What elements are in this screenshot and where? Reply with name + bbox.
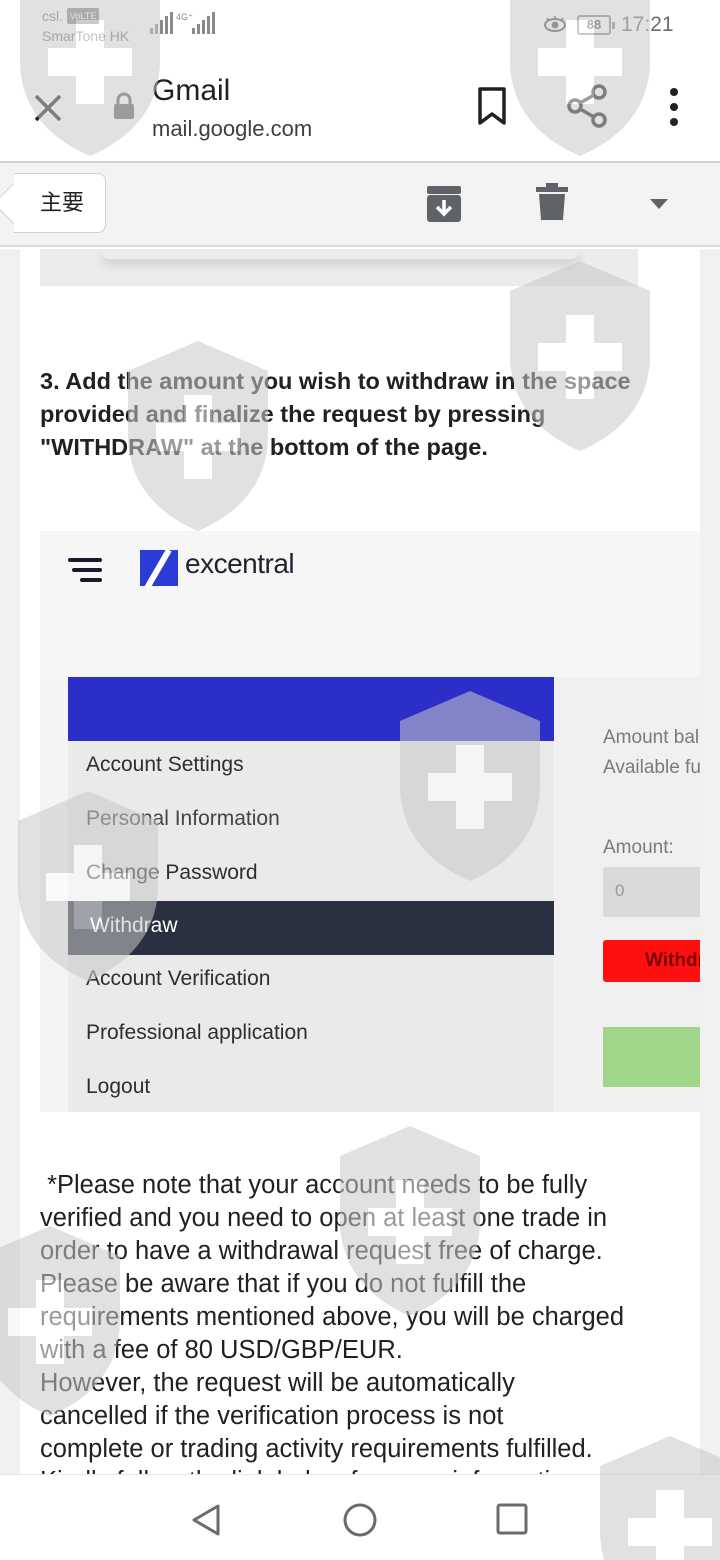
nav-back-icon[interactable] [188,1502,224,1538]
withdrawal-note: *Please note that your account needs to … [40,1169,700,1466]
green-button [603,1027,700,1087]
withdraw-button: Withdra [603,940,700,982]
withdraw-button-label: Withdra [645,950,700,971]
battery-indicator: 88 [577,15,615,35]
clock: 17:21 [621,13,674,36]
menu-item-logout: Logout [86,1075,151,1098]
volte-badge: VoLTE [66,8,100,24]
note-line-cut-off: Kindly follow the link below for more in… [40,1465,700,1474]
note-line: *Please note that your account needs to … [40,1171,588,1199]
site-url[interactable]: mail.google.com [152,116,312,142]
status-bar: csl. VoLTE SmarTone HK 4G⁺ 88 17:21 [0,0,720,56]
note-line: Please be aware that if you do not fulfi… [40,1270,527,1298]
menu-item-account-verification: Account Verification [86,967,271,990]
browser-app-bar: Gmail mail.google.com [0,56,720,162]
note-line: complete or trading activity requirement… [40,1435,593,1463]
gmail-toolbar: 主要 [0,163,720,247]
note-line: verified and you need to open at least o… [40,1204,608,1232]
withdraw-form-panel: Amount bal Available fu Amount: 0 Withdr… [555,677,700,1112]
menu-item-personal-information: Personal Information [86,807,280,830]
account-menu: Account Settings Personal Information Ch… [68,677,554,1112]
signal-icon-2 [192,12,215,34]
excentral-logo-icon [140,550,178,586]
dropdown-icon[interactable] [648,197,670,211]
carrier-top: csl. VoLTE [42,8,100,24]
note-line: Kindly follow the link below for more in… [40,1465,700,1474]
menu-item-professional-application: Professional application [86,1021,308,1044]
network-type: 4G⁺ [176,12,193,22]
eye-comfort-icon [544,16,566,32]
email-body: 3. Add the amount you wish to withdraw i… [20,249,700,1474]
menu-item-change-password: Change Password [86,861,258,884]
embedded-screenshot: excentral Account Settings Personal Info… [40,531,700,1112]
previous-image-card [40,249,638,286]
share-icon[interactable] [566,84,608,128]
nav-home-icon[interactable] [342,1502,378,1538]
amount-value: 0 [615,881,625,900]
note-line: order to have a withdrawal request free … [40,1237,603,1265]
back-label[interactable]: 主要 [14,173,106,233]
menu-header-bar [68,677,554,741]
note-line: cancelled if the verification process is… [40,1402,504,1430]
amount-label: Amount: [603,837,674,858]
hamburger-icon [68,558,102,582]
close-icon[interactable] [30,90,66,126]
carrier-label: csl. [42,8,63,24]
note-line: However, the request will be automatical… [40,1369,515,1397]
archive-icon[interactable] [426,185,462,223]
amount-balance-label: Amount bal [603,727,700,748]
screen: csl. VoLTE SmarTone HK 4G⁺ 88 17:21 Gmai… [0,0,720,1560]
signal-icon [150,12,173,34]
carrier-name: SmarTone HK [42,28,130,44]
menu-item-withdraw-active: Withdraw [68,901,554,955]
embedded-header: excentral [40,531,700,681]
amount-input: 0 [603,867,700,917]
site-title: Gmail [152,74,231,107]
back-button[interactable]: 主要 [0,163,120,247]
bookmark-icon[interactable] [476,86,508,126]
note-line: requirements mentioned above, you will b… [40,1303,625,1331]
available-funds-label: Available fu [603,757,700,778]
note-line: with a fee of 80 USD/GBP/EUR. [40,1336,403,1364]
system-nav-bar [0,1474,720,1560]
nav-recent-icon[interactable] [496,1503,528,1535]
instruction-step-3: 3. Add the amount you wish to withdraw i… [40,368,631,460]
menu-item-account-settings: Account Settings [86,753,244,776]
trash-icon[interactable] [536,183,568,221]
menu-item-withdraw: Withdraw [90,914,178,937]
brand-name: excentral [185,548,295,579]
lock-icon [114,92,134,119]
more-icon[interactable] [662,86,686,128]
